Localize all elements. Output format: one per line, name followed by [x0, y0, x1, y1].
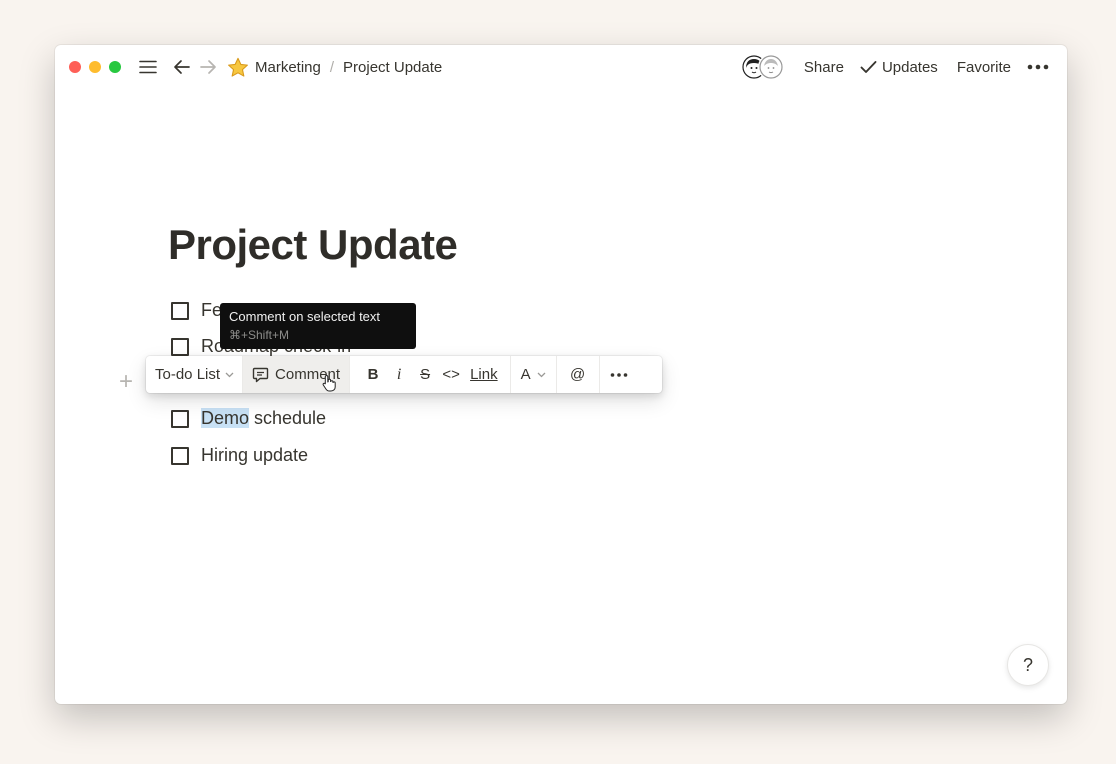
- arrow-left-icon[interactable]: [171, 56, 193, 78]
- ellipsis-icon: [610, 372, 627, 377]
- breadcrumb-page[interactable]: Project Update: [343, 59, 442, 76]
- close-window-button[interactable]: [69, 61, 81, 73]
- italic-button[interactable]: i: [386, 362, 412, 388]
- tooltip: Comment on selected text ⌘+Shift+M: [220, 303, 416, 349]
- text-formatting-toolbar: To-do List Comment B i S <> Link A @: [146, 356, 662, 393]
- todo-checkbox[interactable]: [171, 301, 189, 320]
- todo-item: Fe: [171, 300, 222, 321]
- ellipsis-icon[interactable]: [1027, 64, 1049, 70]
- todo-checkbox[interactable]: [171, 409, 189, 428]
- todo-text-rest: schedule: [249, 408, 327, 428]
- todo-checkbox[interactable]: [171, 337, 189, 356]
- bold-button[interactable]: B: [360, 362, 386, 388]
- inline-format-group: B i S <> Link: [350, 356, 511, 393]
- breadcrumb-workspace[interactable]: Marketing: [255, 59, 321, 76]
- app-window: Marketing / Project Update Share Updates…: [55, 45, 1067, 704]
- add-block-icon[interactable]: +: [119, 370, 133, 394]
- avatar: [757, 54, 784, 80]
- checkmark-icon: [860, 61, 877, 73]
- breadcrumb-separator: /: [329, 58, 335, 76]
- todo-item: Hiring update: [171, 445, 308, 466]
- title-bar-actions: Share Updates Favorite: [740, 45, 1049, 89]
- help-button[interactable]: ?: [1007, 644, 1049, 686]
- collaborator-avatars[interactable]: [740, 54, 784, 80]
- code-button[interactable]: <>: [438, 362, 464, 388]
- comment-icon: [252, 367, 269, 382]
- link-button[interactable]: Link: [468, 362, 500, 388]
- tooltip-shortcut: ⌘+Shift+M: [229, 328, 290, 342]
- block-type-label: To-do List: [155, 366, 221, 383]
- mention-label: @: [570, 366, 586, 383]
- block-type-dropdown[interactable]: To-do List: [146, 356, 244, 393]
- star-icon: [227, 56, 249, 78]
- todo-checkbox[interactable]: [171, 446, 189, 465]
- title-bar: Marketing / Project Update Share Updates…: [55, 45, 1067, 89]
- chevron-down-icon: [537, 372, 546, 377]
- mention-button[interactable]: @: [557, 356, 600, 393]
- todo-text[interactable]: Hiring update: [201, 445, 308, 466]
- todo-item: Demo schedule: [171, 408, 326, 429]
- tooltip-title: Comment on selected text: [229, 309, 381, 324]
- toolbar-more-button[interactable]: [600, 356, 638, 393]
- maximize-window-button[interactable]: [109, 61, 121, 73]
- minimize-window-button[interactable]: [89, 61, 101, 73]
- text-color-dropdown[interactable]: A: [511, 356, 557, 393]
- arrow-right-icon[interactable]: [197, 56, 219, 78]
- window-controls: [69, 61, 121, 73]
- favorite-button[interactable]: Favorite: [957, 59, 1011, 76]
- todo-text[interactable]: Demo schedule: [201, 408, 326, 429]
- hand-cursor-icon: [322, 374, 336, 397]
- chevron-down-icon: [225, 372, 234, 377]
- strikethrough-button[interactable]: S: [412, 362, 438, 388]
- share-button[interactable]: Share: [804, 59, 844, 76]
- updates-label: Updates: [881, 58, 938, 76]
- text-color-label: A: [520, 366, 531, 383]
- page-title[interactable]: Project Update: [168, 221, 458, 269]
- selected-text[interactable]: Demo: [201, 408, 250, 428]
- todo-text[interactable]: Fe: [201, 300, 222, 321]
- menu-icon[interactable]: [137, 56, 159, 78]
- updates-button[interactable]: Updates: [860, 59, 938, 76]
